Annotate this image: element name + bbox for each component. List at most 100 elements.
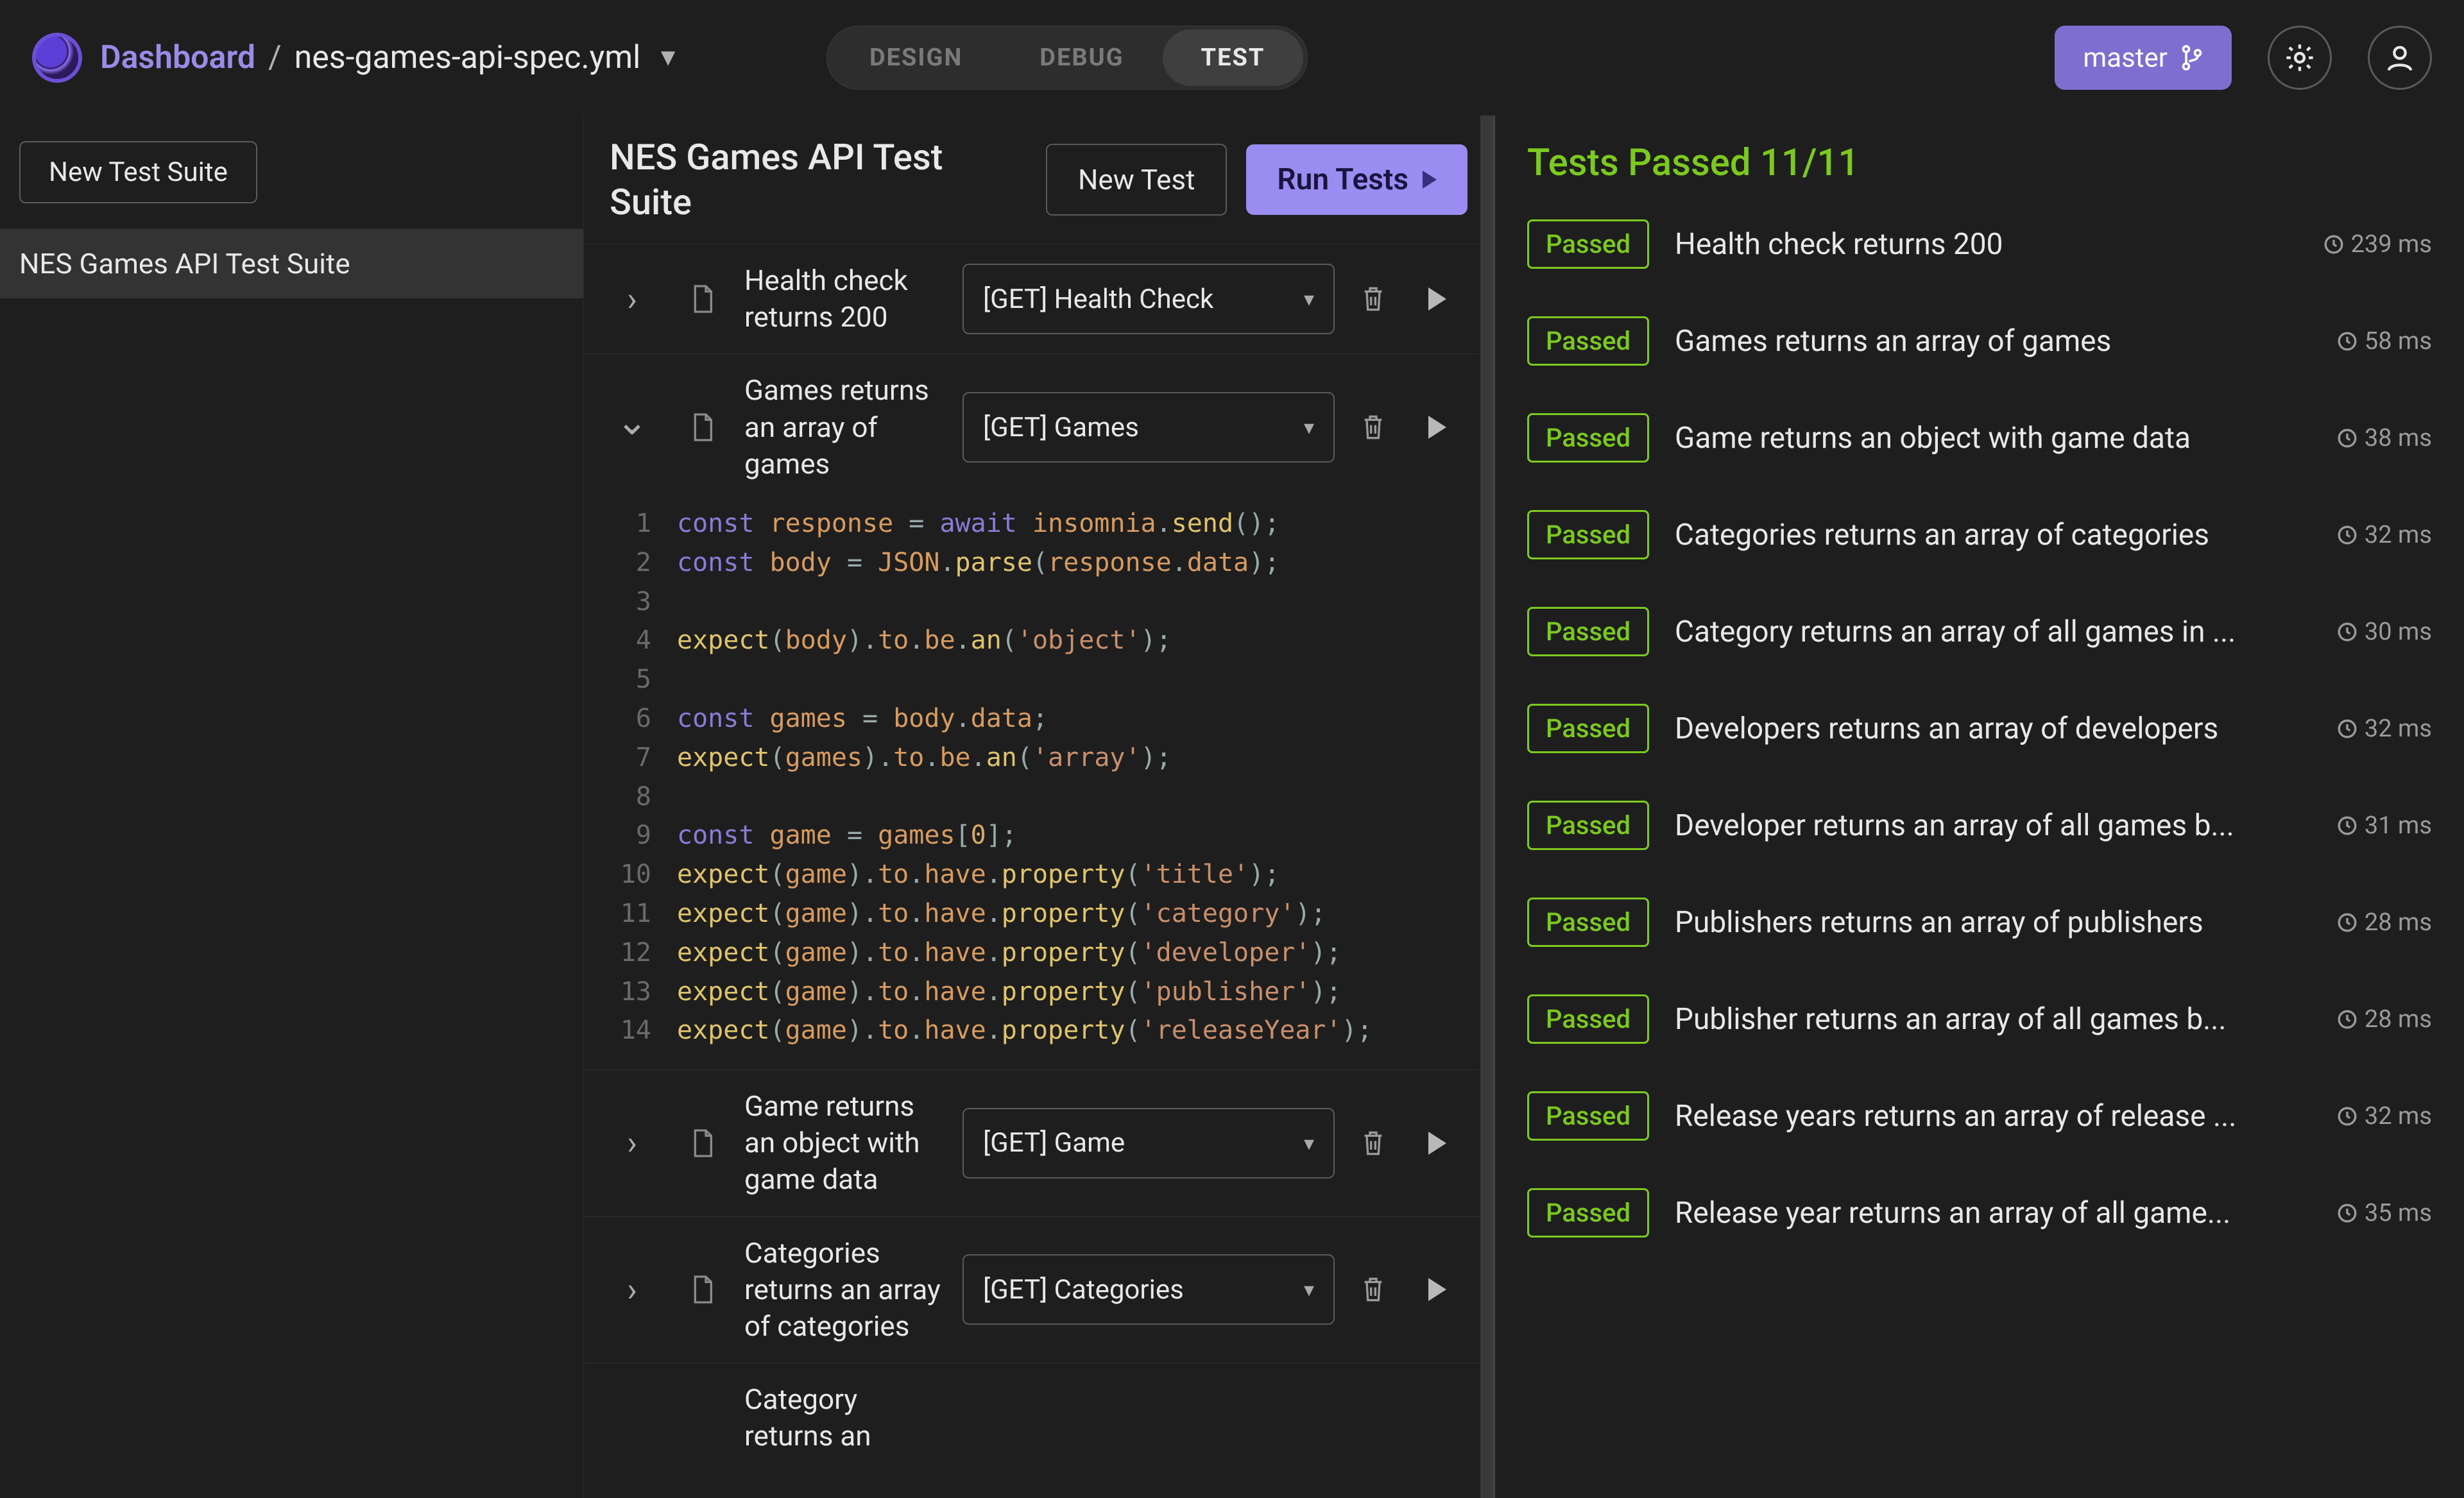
- run-single-test-button[interactable]: [1412, 287, 1463, 311]
- tab-debug[interactable]: DEBUG: [1001, 30, 1162, 86]
- result-name: Developer returns an array of all games …: [1675, 808, 2311, 843]
- result-name: Publishers returns an array of publisher…: [1675, 905, 2311, 940]
- expand-toggle[interactable]: ›: [603, 280, 661, 319]
- result-duration: 32 ms: [2336, 1102, 2432, 1130]
- play-icon: [1423, 171, 1437, 189]
- chevron-down-icon: ▾: [1304, 1131, 1314, 1155]
- play-icon: [1428, 1132, 1446, 1155]
- line-number: 12: [603, 933, 651, 973]
- run-tests-button[interactable]: Run Tests: [1246, 144, 1467, 215]
- delete-test-button[interactable]: [1348, 285, 1399, 313]
- result-name: Developers returns an array of developer…: [1675, 711, 2311, 746]
- status-badge: Passed: [1527, 704, 1649, 753]
- user-icon: [2383, 41, 2417, 74]
- scrollbar[interactable]: [1480, 115, 1493, 1498]
- line-number: 9: [603, 816, 651, 855]
- result-row: PassedHealth check returns 200239 ms: [1527, 219, 2432, 269]
- chevron-down-icon: ▾: [1304, 415, 1314, 439]
- delete-test-button[interactable]: [1348, 1129, 1399, 1157]
- result-duration: 32 ms: [2336, 715, 2432, 743]
- settings-button[interactable]: [2268, 26, 2332, 90]
- status-badge: Passed: [1527, 316, 1649, 366]
- expand-toggle[interactable]: ›: [603, 1123, 661, 1162]
- chevron-down-icon[interactable]: ▼: [656, 44, 680, 72]
- result-name: Category returns an array of all games i…: [1675, 615, 2311, 649]
- expand-toggle[interactable]: ⌄: [603, 398, 661, 444]
- code-editor[interactable]: 1const response = await insomnia.send();…: [584, 500, 1493, 1069]
- status-badge: Passed: [1527, 607, 1649, 656]
- line-number: 11: [603, 894, 651, 933]
- line-number: 8: [603, 778, 651, 817]
- result-row: PassedGames returns an array of games58 …: [1527, 316, 2432, 366]
- result-row: PassedGame returns an object with game d…: [1527, 413, 2432, 463]
- breadcrumb: Dashboard / nes-games-api-spec.yml ▼: [100, 39, 680, 76]
- line-number: 3: [603, 583, 651, 622]
- expand-toggle[interactable]: ›: [603, 1270, 661, 1309]
- request-select[interactable]: [GET] Categories ▾: [963, 1254, 1335, 1325]
- chevron-down-icon: ▾: [1304, 1277, 1314, 1302]
- results-panel: Tests Passed 11/11 PassedHealth check re…: [1495, 115, 2464, 1498]
- sidebar-suite-item[interactable]: NES Games API Test Suite: [0, 229, 583, 298]
- delete-test-button[interactable]: [1348, 413, 1399, 441]
- result-name: Health check returns 200: [1675, 227, 2297, 262]
- file-name[interactable]: nes-games-api-spec.yml: [295, 39, 641, 76]
- line-number: 6: [603, 699, 651, 738]
- result-duration: 30 ms: [2336, 618, 2432, 646]
- mode-switch: DESIGN DEBUG TEST: [826, 26, 1308, 90]
- status-badge: Passed: [1527, 801, 1649, 850]
- result-name: Game returns an object with game data: [1675, 421, 2311, 455]
- account-button[interactable]: [2368, 26, 2432, 90]
- result-row: Passed Developer returns an array of all …: [1527, 801, 2432, 850]
- play-icon: [1428, 416, 1446, 439]
- main-columns: New Test Suite NES Games API Test Suite …: [0, 115, 2464, 1498]
- request-select[interactable]: [GET] Game▾: [963, 1108, 1335, 1179]
- result-duration: 35 ms: [2336, 1199, 2432, 1227]
- result-duration: 31 ms: [2336, 812, 2432, 840]
- request-select[interactable]: [GET] Games▾: [963, 392, 1335, 463]
- new-test-button[interactable]: New Test: [1046, 144, 1227, 216]
- line-number: 2: [603, 543, 651, 583]
- result-row: PassedRelease years returns an array of …: [1527, 1091, 2432, 1141]
- test-row: Category returns an: [584, 1363, 1493, 1472]
- status-badge: Passed: [1527, 1188, 1649, 1238]
- branch-label: master: [2083, 42, 2168, 74]
- git-branch-icon: [2180, 44, 2203, 72]
- result-row: Passed Publishers returns an array of pub…: [1527, 898, 2432, 947]
- test-name[interactable]: Category returns an: [744, 1376, 950, 1460]
- gear-icon: [2283, 41, 2316, 74]
- result-name: Categories returns an array of categorie…: [1675, 518, 2311, 552]
- sidebar: New Test Suite NES Games API Test Suite: [0, 115, 584, 1498]
- line-number: 13: [603, 973, 651, 1012]
- test-row: › Health check returns 200[GET] Health Ch…: [584, 244, 1493, 353]
- result-name: Release year returns an array of all gam…: [1675, 1196, 2311, 1230]
- delete-test-button[interactable]: [1348, 1275, 1399, 1304]
- run-single-test-button[interactable]: [1412, 416, 1463, 439]
- line-number: 10: [603, 855, 651, 894]
- dashboard-link[interactable]: Dashboard: [100, 39, 255, 76]
- run-single-test-button[interactable]: [1412, 1278, 1463, 1301]
- line-number: 4: [603, 621, 651, 660]
- result-duration: 28 ms: [2336, 908, 2432, 937]
- result-duration: 58 ms: [2336, 327, 2432, 355]
- request-select[interactable]: [GET] Health Check▾: [963, 264, 1335, 334]
- test-name[interactable]: Game returns an object with game data: [744, 1083, 950, 1204]
- run-single-test-button[interactable]: [1412, 1132, 1463, 1155]
- play-icon: [1428, 287, 1446, 311]
- document-icon: [674, 1274, 732, 1305]
- test-name[interactable]: Games returns an array of games: [744, 367, 950, 488]
- document-icon: [674, 412, 732, 443]
- result-row: Passed Category returns an array of all g…: [1527, 607, 2432, 656]
- request-label: [GET] Categories: [983, 1274, 1184, 1306]
- test-row: › Game returns an object with game data[G…: [584, 1069, 1493, 1216]
- test-name[interactable]: Categories returns an array of categorie…: [744, 1230, 950, 1350]
- test-row: ⌄ Games returns an array of games[GET] Ga…: [584, 353, 1493, 500]
- status-badge: Passed: [1527, 898, 1649, 947]
- test-name[interactable]: Health check returns 200: [744, 257, 950, 341]
- tab-design[interactable]: DESIGN: [831, 30, 1001, 86]
- status-badge: Passed: [1527, 219, 1649, 269]
- new-test-suite-button[interactable]: New Test Suite: [19, 141, 257, 203]
- result-row: Passed Release year returns an array of a…: [1527, 1188, 2432, 1238]
- branch-button[interactable]: master: [2055, 26, 2232, 90]
- play-icon: [1428, 1278, 1446, 1301]
- tab-test[interactable]: TEST: [1163, 30, 1304, 86]
